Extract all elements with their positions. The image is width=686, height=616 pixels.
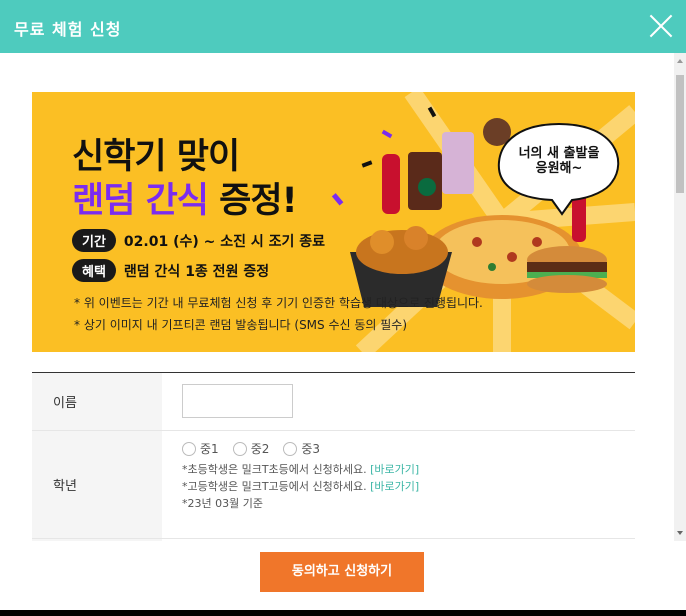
- period-row: 기간 02.01 (수) ~ 소진 시 조기 종료: [72, 229, 325, 252]
- banner-note-2: * 상기 이미지 내 기프티콘 랜덤 발송됩니다 (SMS 수신 동의 필수): [74, 318, 408, 332]
- grade-option-3: 중3: [301, 442, 321, 456]
- grade-label: 학년: [32, 431, 162, 538]
- period-value: 02.01 (수) ~ 소진 시 조기 종료: [123, 234, 326, 250]
- hint-basis: *23년 03월 기준: [182, 497, 263, 510]
- hint-elementary: *초등학생은 밀크T초등에서 신청하세요.: [182, 463, 367, 476]
- event-banner: 신학기 맞이 랜덤 간식 증정! 기간 02.01 (수) ~ 소진 시 조기 종…: [32, 92, 635, 352]
- grade-radio-1[interactable]: 중1: [182, 440, 219, 457]
- bubble-line-2: 응원해~: [535, 161, 583, 176]
- grade-option-1: 중1: [200, 442, 219, 456]
- banner-headline-2: 랜덤 간식 증정!: [72, 172, 298, 223]
- banner-highlight: 랜덤 간식: [72, 181, 209, 221]
- speech-bubble-text: 너의 새 출발을 응원해~: [512, 146, 606, 176]
- vertical-scrollbar[interactable]: [674, 53, 686, 541]
- modal-footer: 동의하고 신청하기: [0, 541, 686, 610]
- hint-high: *고등학생은 밀크T고등에서 신청하세요.: [182, 480, 367, 493]
- grade-radio-group: 중1 중2 중3: [182, 440, 635, 457]
- high-shortcut-link[interactable]: [바로가기]: [370, 480, 419, 493]
- application-form: 이름 학년 중1 중2 중3 *초등학생은 밀크T초등에서 신청하세요. [바로…: [32, 372, 635, 541]
- scroll-down-icon[interactable]: [677, 531, 683, 535]
- name-field-cell: [162, 373, 635, 430]
- banner-note-1: * 위 이벤트는 기간 내 무료체험 신청 후 기기 인증한 학습생 대상으로 …: [74, 296, 483, 310]
- close-icon[interactable]: [648, 13, 674, 39]
- grade-field-cell: 중1 중2 중3 *초등학생은 밀크T초등에서 신청하세요. [바로가기] *고…: [162, 431, 635, 538]
- name-row: 이름: [32, 373, 635, 431]
- grade-option-2: 중2: [250, 442, 270, 456]
- modal-header: 무료 체험 신청: [0, 0, 686, 53]
- hint-high-line: *고등학생은 밀크T고등에서 신청하세요. [바로가기]: [182, 478, 635, 495]
- period-tag: 기간: [72, 229, 116, 252]
- free-trial-modal: 무료 체험 신청 신학기 맞이 랜덤 간식 증정! 기간 02.01 (수) ~…: [0, 0, 686, 610]
- benefit-row: 혜택 랜덤 간식 1종 전원 증정: [72, 259, 269, 282]
- grade-radio-2[interactable]: 중2: [232, 440, 270, 457]
- scrollbar-thumb[interactable]: [676, 75, 684, 193]
- benefit-tag: 혜택: [72, 259, 116, 282]
- radio-circle-icon[interactable]: [182, 441, 196, 456]
- name-label: 이름: [32, 373, 162, 430]
- modal-title: 무료 체험 신청: [14, 20, 122, 39]
- name-input[interactable]: [182, 384, 293, 418]
- elementary-shortcut-link[interactable]: [바로가기]: [370, 463, 419, 476]
- agree-and-apply-button[interactable]: 동의하고 신청하기: [260, 552, 424, 592]
- grade-row: 학년 중1 중2 중3 *초등학생은 밀크T초등에서 신청하세요. [바로가기]…: [32, 431, 635, 539]
- radio-circle-icon[interactable]: [232, 441, 247, 456]
- grade-hints: *초등학생은 밀크T초등에서 신청하세요. [바로가기] *고등학생은 밀크T고…: [182, 461, 635, 512]
- benefit-value: 랜덤 간식 1종 전원 증정: [123, 264, 270, 280]
- grade-radio-3[interactable]: 중3: [283, 440, 320, 457]
- modal-content[interactable]: 신학기 맞이 랜덤 간식 증정! 기간 02.01 (수) ~ 소진 시 조기 종…: [0, 53, 686, 541]
- bubble-line-1: 너의 새 출발을: [518, 146, 600, 161]
- radio-circle-icon[interactable]: [283, 441, 298, 456]
- banner-headline-rest: 증정!: [208, 181, 297, 221]
- hint-elementary-line: *초등학생은 밀크T초등에서 신청하세요. [바로가기]: [182, 461, 635, 478]
- scroll-up-icon[interactable]: [677, 59, 683, 63]
